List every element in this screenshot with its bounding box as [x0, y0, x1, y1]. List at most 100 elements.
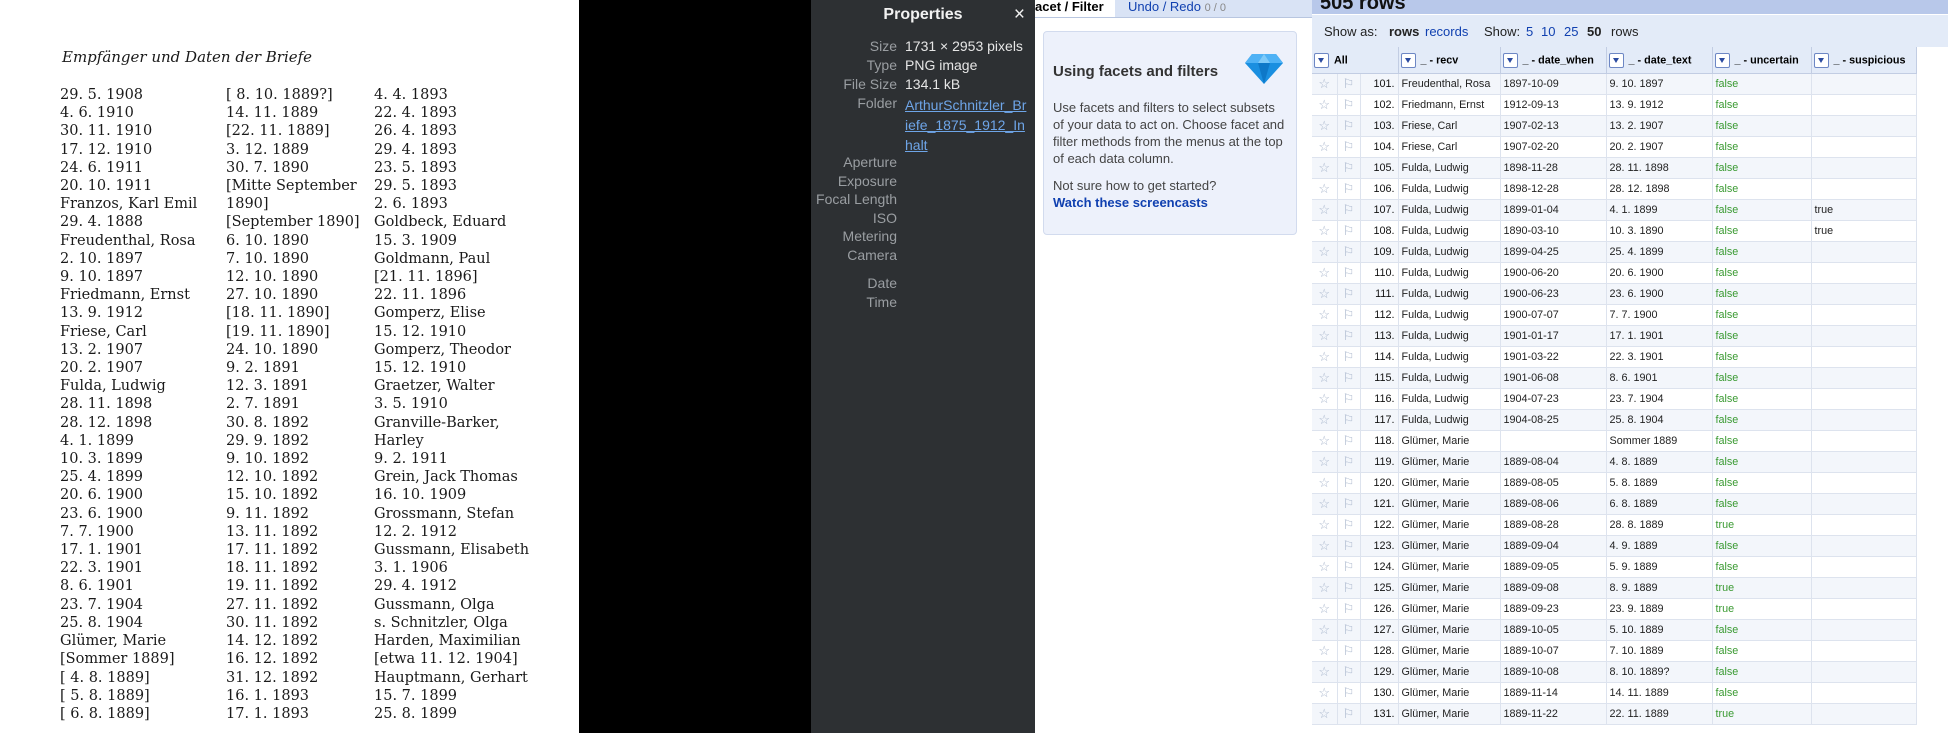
- cell-date-when[interactable]: 1898-11-28: [1500, 157, 1607, 179]
- cell-suspicious[interactable]: [1811, 178, 1917, 200]
- cell-uncertain[interactable]: false: [1712, 94, 1812, 116]
- cell-date-text[interactable]: 23. 6. 1900: [1606, 283, 1713, 305]
- star-icon[interactable]: ☆: [1312, 430, 1338, 452]
- column-menu-icon[interactable]: [1813, 52, 1829, 68]
- cell-date-when[interactable]: 1907-02-13: [1500, 115, 1607, 137]
- table-row[interactable]: ☆ ⚐ 101. Freudenthal, Rosa 1897-10-09 9. 10. …: [1312, 73, 1917, 95]
- table-row[interactable]: ☆ ⚐ 102. Friedmann, Ernst 1912-09-13 13. 9. 1…: [1312, 94, 1917, 116]
- cell-date-text[interactable]: 10. 3. 1890: [1606, 220, 1713, 242]
- star-icon[interactable]: ☆: [1312, 472, 1338, 494]
- cell-date-when[interactable]: 1904-08-25: [1500, 409, 1607, 431]
- cell-suspicious[interactable]: [1811, 283, 1917, 305]
- cell-date-text[interactable]: 5. 9. 1889: [1606, 556, 1713, 578]
- cell-uncertain[interactable]: false: [1712, 199, 1812, 221]
- cell-uncertain[interactable]: false: [1712, 682, 1812, 704]
- cell-suspicious[interactable]: [1811, 346, 1917, 368]
- flag-icon[interactable]: ⚐: [1337, 451, 1361, 473]
- table-row[interactable]: ☆ ⚐ 114. Fulda, Ludwig 1901-03-22 22. 3. 1901…: [1312, 346, 1917, 368]
- star-icon[interactable]: ☆: [1312, 682, 1338, 704]
- cell-date-text[interactable]: 8. 10. 1889?: [1606, 661, 1713, 683]
- cell-date-text[interactable]: 7. 7. 1900: [1606, 304, 1713, 326]
- column-header-all[interactable]: All: [1312, 47, 1399, 74]
- table-row[interactable]: ☆ ⚐ 112. Fulda, Ludwig 1900-07-07 7. 7. 1900 f…: [1312, 304, 1917, 326]
- cell-uncertain[interactable]: false: [1712, 556, 1812, 578]
- cell-date-when[interactable]: 1889-09-05: [1500, 556, 1607, 578]
- cell-recv[interactable]: Fulda, Ludwig: [1398, 409, 1501, 431]
- cell-suspicious[interactable]: [1811, 451, 1917, 473]
- star-icon[interactable]: ☆: [1312, 304, 1338, 326]
- cell-recv[interactable]: Fulda, Ludwig: [1398, 346, 1501, 368]
- table-row[interactable]: ☆ ⚐ 115. Fulda, Ludwig 1901-06-08 8. 6. 1901 f…: [1312, 367, 1917, 389]
- show-5[interactable]: 5: [1526, 24, 1533, 39]
- flag-icon[interactable]: ⚐: [1337, 703, 1361, 725]
- flag-icon[interactable]: ⚐: [1337, 535, 1361, 557]
- cell-suspicious[interactable]: [1811, 157, 1917, 179]
- column-menu-icon[interactable]: [1314, 52, 1329, 68]
- cell-date-when[interactable]: 1900-06-23: [1500, 283, 1607, 305]
- cell-suspicious[interactable]: [1811, 367, 1917, 389]
- cell-recv[interactable]: Friese, Carl: [1398, 115, 1501, 137]
- flag-icon[interactable]: ⚐: [1337, 241, 1361, 263]
- cell-uncertain[interactable]: false: [1712, 157, 1812, 179]
- cell-suspicious[interactable]: [1811, 661, 1917, 683]
- flag-icon[interactable]: ⚐: [1337, 577, 1361, 599]
- cell-suspicious[interactable]: [1811, 241, 1917, 263]
- table-row[interactable]: ☆ ⚐ 113. Fulda, Ludwig 1901-01-17 17. 1. 1901…: [1312, 325, 1917, 347]
- cell-recv[interactable]: Glümer, Marie: [1398, 577, 1501, 599]
- cell-date-when[interactable]: 1889-09-08: [1500, 577, 1607, 599]
- flag-icon[interactable]: ⚐: [1337, 262, 1361, 284]
- cell-suspicious[interactable]: [1811, 514, 1917, 536]
- cell-suspicious[interactable]: [1811, 325, 1917, 347]
- cell-date-when[interactable]: 1897-10-09: [1500, 73, 1607, 95]
- star-icon[interactable]: ☆: [1312, 136, 1338, 158]
- column-header-date-text[interactable]: _ - date_text: [1606, 47, 1713, 74]
- table-row[interactable]: ☆ ⚐ 125. Glümer, Marie 1889-09-08 8. 9. 1889 t…: [1312, 577, 1917, 599]
- cell-recv[interactable]: Fulda, Ludwig: [1398, 367, 1501, 389]
- cell-date-when[interactable]: 1899-01-04: [1500, 199, 1607, 221]
- star-icon[interactable]: ☆: [1312, 556, 1338, 578]
- cell-date-when[interactable]: 1889-10-07: [1500, 640, 1607, 662]
- column-menu-icon[interactable]: [1714, 52, 1730, 68]
- flag-icon[interactable]: ⚐: [1337, 367, 1361, 389]
- star-icon[interactable]: ☆: [1312, 325, 1338, 347]
- cell-date-when[interactable]: 1889-09-04: [1500, 535, 1607, 557]
- star-icon[interactable]: ☆: [1312, 409, 1338, 431]
- cell-date-text[interactable]: 4. 8. 1889: [1606, 451, 1713, 473]
- cell-date-text[interactable]: 4. 1. 1899: [1606, 199, 1713, 221]
- star-icon[interactable]: ☆: [1312, 262, 1338, 284]
- cell-date-text[interactable]: 23. 9. 1889: [1606, 598, 1713, 620]
- cell-uncertain[interactable]: true: [1712, 514, 1812, 536]
- cell-date-when[interactable]: [1500, 430, 1607, 452]
- cell-uncertain[interactable]: false: [1712, 283, 1812, 305]
- star-icon[interactable]: ☆: [1312, 346, 1338, 368]
- cell-date-when[interactable]: 1898-12-28: [1500, 178, 1607, 200]
- star-icon[interactable]: ☆: [1312, 514, 1338, 536]
- cell-suspicious[interactable]: [1811, 304, 1917, 326]
- cell-recv[interactable]: Fulda, Ludwig: [1398, 304, 1501, 326]
- flag-icon[interactable]: ⚐: [1337, 346, 1361, 368]
- table-row[interactable]: ☆ ⚐ 128. Glümer, Marie 1889-10-07 7. 10. 1889…: [1312, 640, 1917, 662]
- cell-suspicious[interactable]: [1811, 619, 1917, 641]
- cell-suspicious[interactable]: [1811, 73, 1917, 95]
- flag-icon[interactable]: ⚐: [1337, 661, 1361, 683]
- flag-icon[interactable]: ⚐: [1337, 304, 1361, 326]
- star-icon[interactable]: ☆: [1312, 115, 1338, 137]
- cell-suspicious[interactable]: [1811, 136, 1917, 158]
- column-header-date-when[interactable]: _ - date_when: [1500, 47, 1607, 74]
- cell-date-text[interactable]: 22. 11. 1889: [1606, 703, 1713, 725]
- show-50[interactable]: 50: [1587, 24, 1601, 39]
- column-header-suspicious[interactable]: _ - suspicious: [1811, 47, 1917, 74]
- cell-date-text[interactable]: 7. 10. 1889: [1606, 640, 1713, 662]
- flag-icon[interactable]: ⚐: [1337, 409, 1361, 431]
- cell-recv[interactable]: Glümer, Marie: [1398, 535, 1501, 557]
- cell-date-text[interactable]: 6. 8. 1889: [1606, 493, 1713, 515]
- cell-date-when[interactable]: 1912-09-13: [1500, 94, 1607, 116]
- cell-date-when[interactable]: 1907-02-20: [1500, 136, 1607, 158]
- cell-uncertain[interactable]: true: [1712, 598, 1812, 620]
- star-icon[interactable]: ☆: [1312, 73, 1338, 95]
- cell-uncertain[interactable]: false: [1712, 661, 1812, 683]
- cell-recv[interactable]: Glümer, Marie: [1398, 472, 1501, 494]
- table-row[interactable]: ☆ ⚐ 124. Glümer, Marie 1889-09-05 5. 9. 1889 f…: [1312, 556, 1917, 578]
- cell-suspicious[interactable]: [1811, 535, 1917, 557]
- flag-icon[interactable]: ⚐: [1337, 598, 1361, 620]
